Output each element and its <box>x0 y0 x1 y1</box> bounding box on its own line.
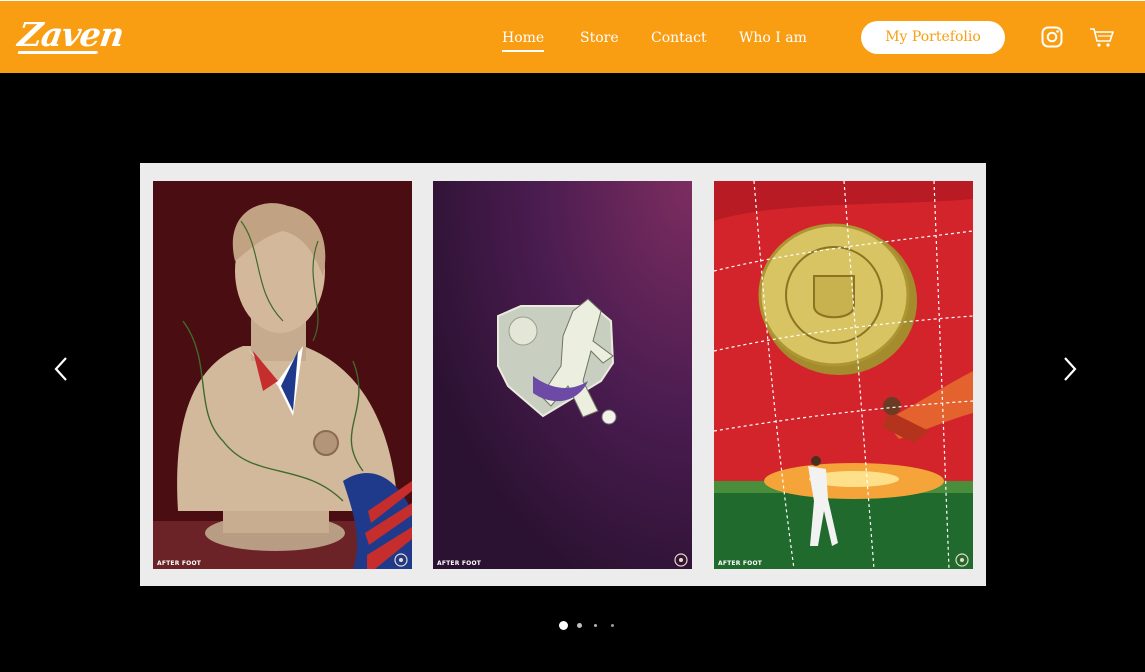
pagination-dot-2[interactable] <box>577 623 582 628</box>
chevron-right-icon[interactable] <box>1059 355 1079 383</box>
slide-caption: AFTER FOOT <box>718 560 763 567</box>
pagination-dot-3[interactable] <box>594 624 597 627</box>
logo-underline <box>17 51 99 54</box>
nav-store[interactable]: Store <box>580 29 619 47</box>
pagination-dot-4[interactable] <box>611 624 614 627</box>
portfolio-button[interactable]: My Portefolio <box>861 21 1005 54</box>
gallery-carousel: AFTER FOOT AFTER FOOT AFTER FOOT <box>140 163 986 586</box>
cart-icon[interactable] <box>1089 25 1115 51</box>
slide-caption: AFTER FOOT <box>157 560 202 567</box>
banknote-artwork <box>433 181 692 569</box>
pagination-dot-1[interactable] <box>559 621 568 630</box>
artist-badge-icon <box>955 553 969 567</box>
artist-badge-icon <box>394 553 408 567</box>
bust-artwork <box>153 181 412 569</box>
brand-logo-text: Zaven <box>15 15 126 54</box>
nav-who-i-am[interactable]: Who I am <box>739 29 807 47</box>
artist-badge-icon <box>674 553 688 567</box>
gallery-slide-3[interactable]: AFTER FOOT <box>714 181 973 569</box>
gallery-slide-1[interactable]: AFTER FOOT <box>153 181 412 569</box>
chevron-left-icon[interactable] <box>52 355 72 383</box>
site-header: Zaven Home Store Contact Who I am My Por… <box>0 0 1145 73</box>
brand-logo[interactable]: Zaven <box>15 15 126 59</box>
instagram-icon[interactable] <box>1040 25 1066 51</box>
gallery-slide-2[interactable]: AFTER FOOT <box>433 181 692 569</box>
carousel-pagination <box>557 621 617 631</box>
coin-goalkeeper-artwork <box>714 181 973 569</box>
nav-home[interactable]: Home <box>502 29 545 52</box>
slide-caption: AFTER FOOT <box>437 560 482 567</box>
nav-contact[interactable]: Contact <box>651 29 707 47</box>
